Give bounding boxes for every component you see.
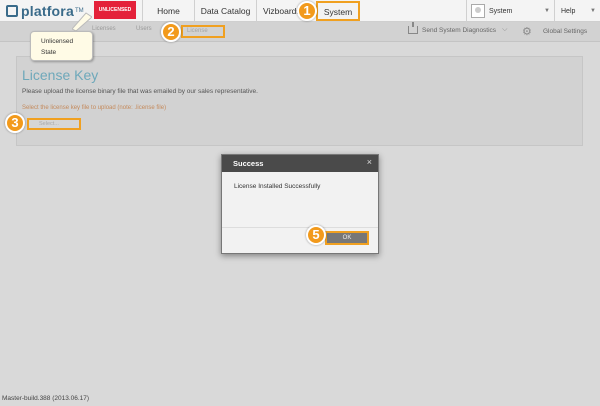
step-badge-3: 3	[5, 113, 25, 133]
upload-icon	[408, 22, 418, 34]
user-menu[interactable]: System ▼	[466, 0, 554, 22]
nav-home[interactable]: Home	[142, 0, 194, 22]
user-label: System	[489, 7, 513, 15]
chevron-down-icon: ▼	[544, 8, 550, 14]
tooltip-pointer	[72, 12, 92, 31]
logo-icon	[6, 5, 18, 17]
success-dialog: Success × License Installed Successfully…	[221, 154, 379, 254]
page-title: License Key	[22, 67, 99, 83]
tab-users[interactable]: Users	[136, 26, 152, 32]
dialog-header: Success ×	[222, 155, 378, 172]
step-badge-5: 5	[306, 225, 326, 245]
license-key-panel: License Key Please upload the license bi…	[16, 56, 583, 146]
tab-license[interactable]: License	[181, 25, 225, 38]
dialog-message: License Installed Successfully	[234, 183, 321, 190]
logo-text: platfora	[21, 3, 74, 19]
panel-description: Please upload the license binary file th…	[22, 88, 258, 95]
send-diagnostics-button[interactable]: Send System Diagnostics ⌵	[408, 22, 508, 34]
send-diagnostics-label: Send System Diagnostics	[422, 26, 497, 34]
step-badge-1: 1	[297, 1, 317, 21]
upload-note: Select the license key file to upload (n…	[22, 105, 167, 111]
unlicensed-badge: UNLICENSED	[94, 1, 136, 19]
select-file-button[interactable]: Select...	[27, 118, 81, 130]
app-window: platfora TM UNLICENSED Home Data Catalog…	[0, 0, 600, 406]
build-version: Master-build.388 (2013.06.17)	[2, 395, 90, 402]
dialog-title: Success	[233, 159, 264, 168]
close-icon[interactable]: ×	[367, 157, 372, 167]
global-settings-link[interactable]: Global Settings	[543, 28, 587, 35]
dialog-footer: OK	[222, 227, 378, 253]
tooltip-line-2: State	[41, 49, 57, 56]
help-menu[interactable]: Help ▼	[554, 0, 600, 22]
tab-licenses[interactable]: Licenses	[92, 26, 116, 32]
nav-data-catalog[interactable]: Data Catalog	[194, 0, 256, 22]
gear-icon[interactable]: ⚙	[522, 25, 532, 38]
avatar	[471, 4, 485, 18]
tooltip-line-1: Unlicensed	[41, 38, 74, 45]
chevron-down-icon: ▼	[590, 8, 596, 14]
nav-system[interactable]: System	[316, 1, 360, 21]
help-label: Help	[561, 7, 576, 15]
tooltip: Unlicensed State	[30, 31, 93, 61]
ok-button[interactable]: OK	[325, 231, 369, 245]
chevron-down-icon: ⌵	[502, 26, 508, 33]
step-badge-2: 2	[161, 22, 181, 42]
